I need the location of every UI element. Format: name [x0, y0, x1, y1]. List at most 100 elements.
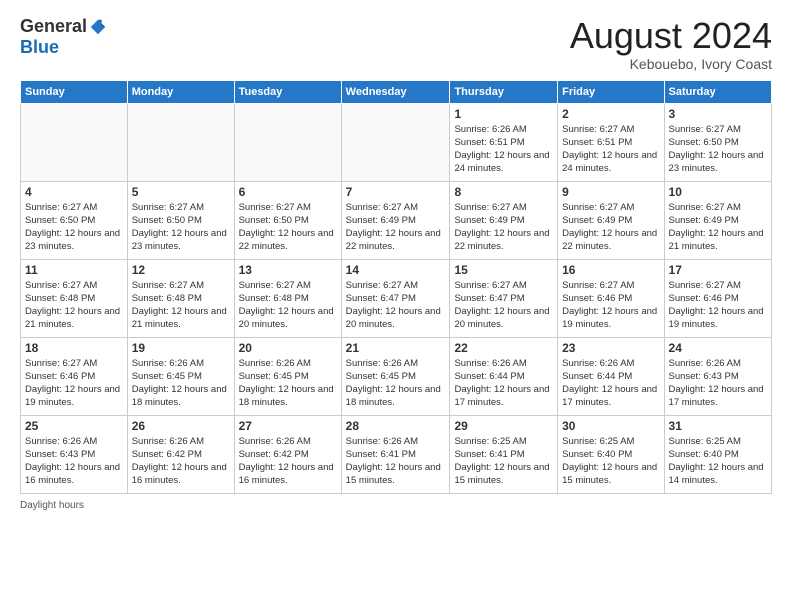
header-tuesday: Tuesday	[234, 80, 341, 103]
table-row: 10 Sunrise: 6:27 AMSunset: 6:49 PMDayligh…	[664, 181, 771, 259]
logo-icon	[89, 18, 107, 36]
day-info: Sunrise: 6:26 AMSunset: 6:42 PMDaylight:…	[132, 435, 230, 488]
calendar-week-row: 25Sunrise: 6:26 AMSunset: 6:43 PMDayligh…	[21, 415, 772, 493]
logo-general-text: General	[20, 16, 87, 37]
day-number: 29	[454, 419, 553, 433]
day-info: Sunrise: 6:26 AMSunset: 6:45 PMDaylight:…	[132, 357, 230, 410]
table-row: 13Sunrise: 6:27 AMSunset: 6:48 PMDayligh…	[234, 259, 341, 337]
day-info: Sunrise: 6:26 AMSunset: 6:44 PMDaylight:…	[562, 357, 659, 410]
day-info: Sunrise: 6:27 AMSunset: 6:46 PMDaylight:…	[669, 279, 767, 332]
day-info: Sunrise: 6:27 AMSunset: 6:46 PMDaylight:…	[25, 357, 123, 410]
day-info: Sunrise: 6:27 AMSunset: 6:50 PMDaylight:…	[239, 201, 337, 254]
day-number: 16	[562, 263, 659, 277]
table-row: 6 Sunrise: 6:27 AMSunset: 6:50 PMDaylight…	[234, 181, 341, 259]
title-section: August 2024 Kebouebo, Ivory Coast	[570, 16, 772, 72]
day-number: 15	[454, 263, 553, 277]
day-info: Sunrise: 6:26 AMSunset: 6:45 PMDaylight:…	[346, 357, 446, 410]
month-title: August 2024	[570, 16, 772, 56]
day-info: Sunrise: 6:27 AMSunset: 6:49 PMDaylight:…	[346, 201, 446, 254]
day-number: 18	[25, 341, 123, 355]
table-row: 27 Sunrise: 6:26 AMSunset: 6:42 PMDayligh…	[234, 415, 341, 493]
day-number: 17	[669, 263, 767, 277]
table-row: 3 Sunrise: 6:27 AMSunset: 6:50 PMDaylight…	[664, 103, 771, 181]
table-row: 17 Sunrise: 6:27 AMSunset: 6:46 PMDayligh…	[664, 259, 771, 337]
table-row: 30Sunrise: 6:25 AMSunset: 6:40 PMDayligh…	[558, 415, 664, 493]
table-row: 18 Sunrise: 6:27 AMSunset: 6:46 PMDayligh…	[21, 337, 128, 415]
day-number: 5	[132, 185, 230, 199]
table-row: 29 Sunrise: 6:25 AMSunset: 6:41 PMDayligh…	[450, 415, 558, 493]
day-info: Sunrise: 6:25 AMSunset: 6:40 PMDaylight:…	[669, 435, 767, 488]
location: Kebouebo, Ivory Coast	[570, 56, 772, 72]
day-info: Sunrise: 6:26 AMSunset: 6:51 PMDaylight:…	[454, 123, 553, 176]
day-info: Sunrise: 6:26 AMSunset: 6:41 PMDaylight:…	[346, 435, 446, 488]
table-row	[127, 103, 234, 181]
day-info: Sunrise: 6:27 AMSunset: 6:50 PMDaylight:…	[25, 201, 123, 254]
footer-note: Daylight hours	[20, 500, 772, 511]
day-info: Sunrise: 6:27 AMSunset: 6:48 PMDaylight:…	[25, 279, 123, 332]
calendar-week-row: 4 Sunrise: 6:27 AMSunset: 6:50 PMDaylight…	[21, 181, 772, 259]
day-info: Sunrise: 6:27 AMSunset: 6:47 PMDaylight:…	[346, 279, 446, 332]
day-number: 9	[562, 185, 659, 199]
day-info: Sunrise: 6:27 AMSunset: 6:50 PMDaylight:…	[669, 123, 767, 176]
day-number: 10	[669, 185, 767, 199]
day-number: 24	[669, 341, 767, 355]
table-row: 22Sunrise: 6:26 AMSunset: 6:44 PMDayligh…	[450, 337, 558, 415]
table-row	[21, 103, 128, 181]
day-info: Sunrise: 6:27 AMSunset: 6:49 PMDaylight:…	[454, 201, 553, 254]
day-info: Sunrise: 6:25 AMSunset: 6:40 PMDaylight:…	[562, 435, 659, 488]
day-number: 26	[132, 419, 230, 433]
table-row: 19 Sunrise: 6:26 AMSunset: 6:45 PMDayligh…	[127, 337, 234, 415]
logo: General Blue	[20, 16, 107, 58]
calendar-header-row: Sunday Monday Tuesday Wednesday Thursday…	[21, 80, 772, 103]
day-number: 3	[669, 107, 767, 121]
day-number: 2	[562, 107, 659, 121]
day-info: Sunrise: 6:27 AMSunset: 6:48 PMDaylight:…	[239, 279, 337, 332]
day-info: Sunrise: 6:27 AMSunset: 6:48 PMDaylight:…	[132, 279, 230, 332]
day-info: Sunrise: 6:26 AMSunset: 6:42 PMDaylight:…	[239, 435, 337, 488]
day-number: 25	[25, 419, 123, 433]
day-info: Sunrise: 6:27 AMSunset: 6:46 PMDaylight:…	[562, 279, 659, 332]
day-info: Sunrise: 6:27 AMSunset: 6:47 PMDaylight:…	[454, 279, 553, 332]
table-row: 20 Sunrise: 6:26 AMSunset: 6:45 PMDayligh…	[234, 337, 341, 415]
day-info: Sunrise: 6:27 AMSunset: 6:49 PMDaylight:…	[669, 201, 767, 254]
day-info: Sunrise: 6:27 AMSunset: 6:49 PMDaylight:…	[562, 201, 659, 254]
day-number: 31	[669, 419, 767, 433]
table-row: 8 Sunrise: 6:27 AMSunset: 6:49 PMDaylight…	[450, 181, 558, 259]
calendar-week-row: 18 Sunrise: 6:27 AMSunset: 6:46 PMDayligh…	[21, 337, 772, 415]
day-info: Sunrise: 6:26 AMSunset: 6:45 PMDaylight:…	[239, 357, 337, 410]
table-row: 16 Sunrise: 6:27 AMSunset: 6:46 PMDayligh…	[558, 259, 664, 337]
day-number: 14	[346, 263, 446, 277]
day-number: 8	[454, 185, 553, 199]
table-row: 31 Sunrise: 6:25 AMSunset: 6:40 PMDayligh…	[664, 415, 771, 493]
day-number: 28	[346, 419, 446, 433]
day-info: Sunrise: 6:27 AMSunset: 6:51 PMDaylight:…	[562, 123, 659, 176]
table-row: 4 Sunrise: 6:27 AMSunset: 6:50 PMDaylight…	[21, 181, 128, 259]
day-number: 1	[454, 107, 553, 121]
day-number: 23	[562, 341, 659, 355]
table-row: 26 Sunrise: 6:26 AMSunset: 6:42 PMDayligh…	[127, 415, 234, 493]
day-number: 22	[454, 341, 553, 355]
day-number: 11	[25, 263, 123, 277]
day-number: 27	[239, 419, 337, 433]
calendar-week-row: 1 Sunrise: 6:26 AMSunset: 6:51 PMDaylight…	[21, 103, 772, 181]
day-number: 6	[239, 185, 337, 199]
table-row: 2 Sunrise: 6:27 AMSunset: 6:51 PMDaylight…	[558, 103, 664, 181]
day-number: 19	[132, 341, 230, 355]
day-info: Sunrise: 6:25 AMSunset: 6:41 PMDaylight:…	[454, 435, 553, 488]
table-row: 25Sunrise: 6:26 AMSunset: 6:43 PMDayligh…	[21, 415, 128, 493]
header-friday: Friday	[558, 80, 664, 103]
header-sunday: Sunday	[21, 80, 128, 103]
day-number: 4	[25, 185, 123, 199]
page-header: General Blue August 2024 Kebouebo, Ivory…	[20, 16, 772, 72]
day-number: 20	[239, 341, 337, 355]
day-info: Sunrise: 6:26 AMSunset: 6:43 PMDaylight:…	[669, 357, 767, 410]
table-row: 14 Sunrise: 6:27 AMSunset: 6:47 PMDayligh…	[341, 259, 450, 337]
table-row: 7 Sunrise: 6:27 AMSunset: 6:49 PMDaylight…	[341, 181, 450, 259]
calendar-week-row: 11 Sunrise: 6:27 AMSunset: 6:48 PMDayligh…	[21, 259, 772, 337]
day-number: 21	[346, 341, 446, 355]
table-row: 28 Sunrise: 6:26 AMSunset: 6:41 PMDayligh…	[341, 415, 450, 493]
header-wednesday: Wednesday	[341, 80, 450, 103]
day-number: 7	[346, 185, 446, 199]
table-row: 1 Sunrise: 6:26 AMSunset: 6:51 PMDaylight…	[450, 103, 558, 181]
table-row: 21 Sunrise: 6:26 AMSunset: 6:45 PMDayligh…	[341, 337, 450, 415]
